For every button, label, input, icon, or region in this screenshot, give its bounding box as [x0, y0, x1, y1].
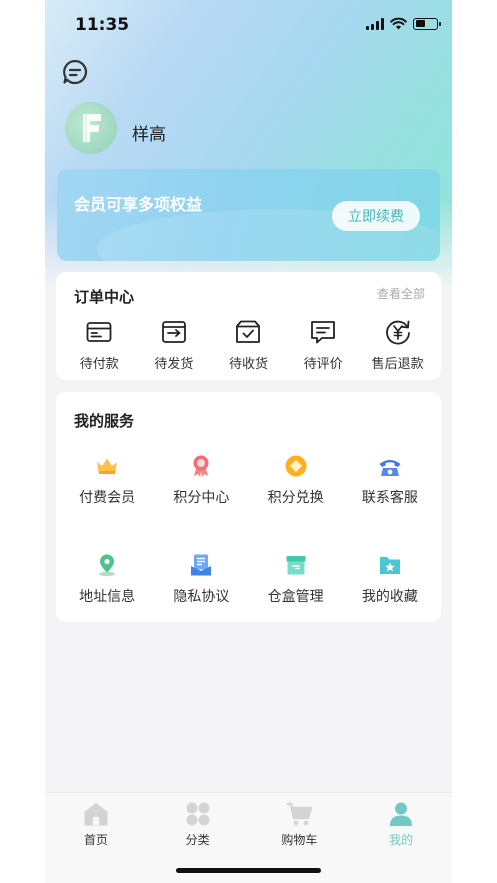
box-icon	[286, 556, 306, 575]
order-center-title: 订单中心	[74, 288, 135, 306]
refund-icon	[385, 320, 410, 345]
order-item-label: 待收货	[228, 357, 268, 372]
service-label: 付费会员	[79, 490, 136, 506]
medal-icon	[193, 455, 209, 477]
crown-icon	[97, 458, 118, 474]
service-label: 地址信息	[79, 589, 136, 605]
service-label: 隐私协议	[173, 589, 230, 605]
service-label: 联系客服	[361, 490, 418, 506]
receive-box-icon	[236, 320, 261, 343]
order-item-label: 待评价	[303, 357, 343, 372]
my-services-title: 我的服务	[74, 412, 135, 430]
status-icons	[366, 17, 441, 30]
app-screen: 11:35 样高 会员可享多项权益 立即续费 订单中心 查看全部 待付款 待发货…	[45, 0, 452, 883]
service-contact-support[interactable]: 联系客服	[343, 454, 437, 507]
renew-button[interactable]: 立即续费	[332, 201, 420, 231]
home-indicator	[176, 868, 321, 873]
avatar-logo-icon	[83, 114, 101, 142]
signal-icon	[366, 17, 384, 30]
location-icon	[99, 554, 116, 577]
tab-label: 购物车	[281, 833, 318, 847]
service-label: 积分兑换	[267, 490, 324, 506]
service-label: 仓盒管理	[267, 589, 324, 605]
user-icon	[390, 802, 413, 826]
order-pending-receipt[interactable]: 待收货	[212, 318, 284, 378]
service-paid-membership[interactable]: 付费会员	[60, 454, 154, 507]
service-box-management[interactable]: 仓盒管理	[249, 553, 343, 606]
cart-icon	[287, 802, 313, 826]
status-time: 11:35	[75, 15, 130, 35]
service-points-center[interactable]: 积分中心	[154, 454, 248, 507]
order-center-card: 订单中心 查看全部 待付款 待发货 待收货 待评价 售后退款	[56, 272, 441, 380]
service-label: 我的收藏	[361, 589, 418, 605]
vip-card[interactable]: 会员可享多项权益 立即续费	[57, 169, 440, 261]
service-points-exchange[interactable]: 积分兑换	[249, 454, 343, 507]
username: 样高	[132, 125, 166, 145]
order-refund[interactable]: 售后退款	[362, 318, 434, 378]
service-address-info[interactable]: 地址信息	[60, 553, 154, 606]
order-item-label: 待发货	[154, 357, 194, 372]
order-item-label: 待付款	[79, 357, 119, 372]
category-icon	[186, 802, 210, 826]
wifi-icon	[390, 17, 407, 30]
order-pending-shipment[interactable]: 待发货	[138, 318, 210, 378]
document-icon	[191, 554, 212, 576]
vip-benefits-text: 会员可享多项权益	[74, 195, 203, 214]
tab-mine[interactable]: 我的	[361, 801, 441, 848]
ship-box-icon	[161, 321, 186, 343]
wallet-icon	[86, 322, 112, 342]
message-icon[interactable]	[61, 58, 89, 86]
my-services-card: 我的服务 付费会员 积分中心 积分兑换 联系客服 地址信息 隐私协议 仓盒管理 …	[56, 392, 441, 622]
tab-label: 我的	[389, 833, 414, 847]
tab-home[interactable]: 首页	[56, 801, 136, 848]
avatar[interactable]	[65, 102, 117, 154]
coin-icon	[285, 455, 307, 477]
tab-category[interactable]: 分类	[158, 801, 238, 848]
battery-icon	[413, 17, 441, 30]
order-pending-payment[interactable]: 待付款	[63, 318, 135, 378]
order-pending-review[interactable]: 待评价	[287, 318, 359, 378]
service-my-favorites[interactable]: 我的收藏	[343, 553, 437, 606]
tab-cart[interactable]: 购物车	[259, 801, 339, 848]
home-icon	[84, 803, 108, 826]
star-folder-icon	[379, 557, 400, 574]
phone-icon	[379, 460, 401, 476]
tab-label: 分类	[185, 833, 210, 847]
view-all-link[interactable]: 查看全部	[377, 285, 425, 302]
order-item-label: 售后退款	[371, 357, 424, 372]
comment-icon	[311, 321, 335, 344]
service-label: 积分中心	[173, 490, 230, 506]
tab-label: 首页	[83, 833, 108, 847]
service-privacy-policy[interactable]: 隐私协议	[154, 553, 248, 606]
